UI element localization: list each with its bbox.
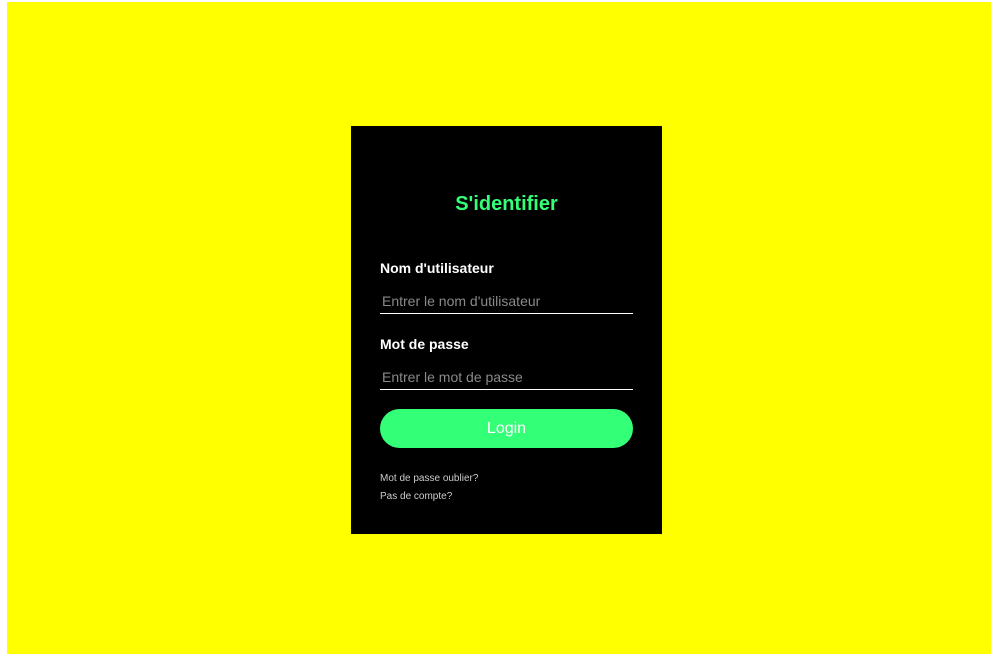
username-label: Nom d'utilisateur: [380, 260, 494, 276]
password-input[interactable]: [380, 364, 633, 390]
login-title: S'identifier: [455, 193, 558, 215]
forgot-password-link[interactable]: Mot de passe oublier?: [380, 473, 478, 484]
page-background: S'identifier Nom d'utilisateur Mot de pa…: [7, 2, 991, 654]
password-label: Mot de passe: [380, 336, 469, 352]
no-account-link[interactable]: Pas de compte?: [380, 491, 452, 502]
login-button[interactable]: Login: [380, 409, 633, 448]
login-card: S'identifier Nom d'utilisateur Mot de pa…: [351, 126, 662, 534]
username-input[interactable]: [380, 288, 633, 314]
